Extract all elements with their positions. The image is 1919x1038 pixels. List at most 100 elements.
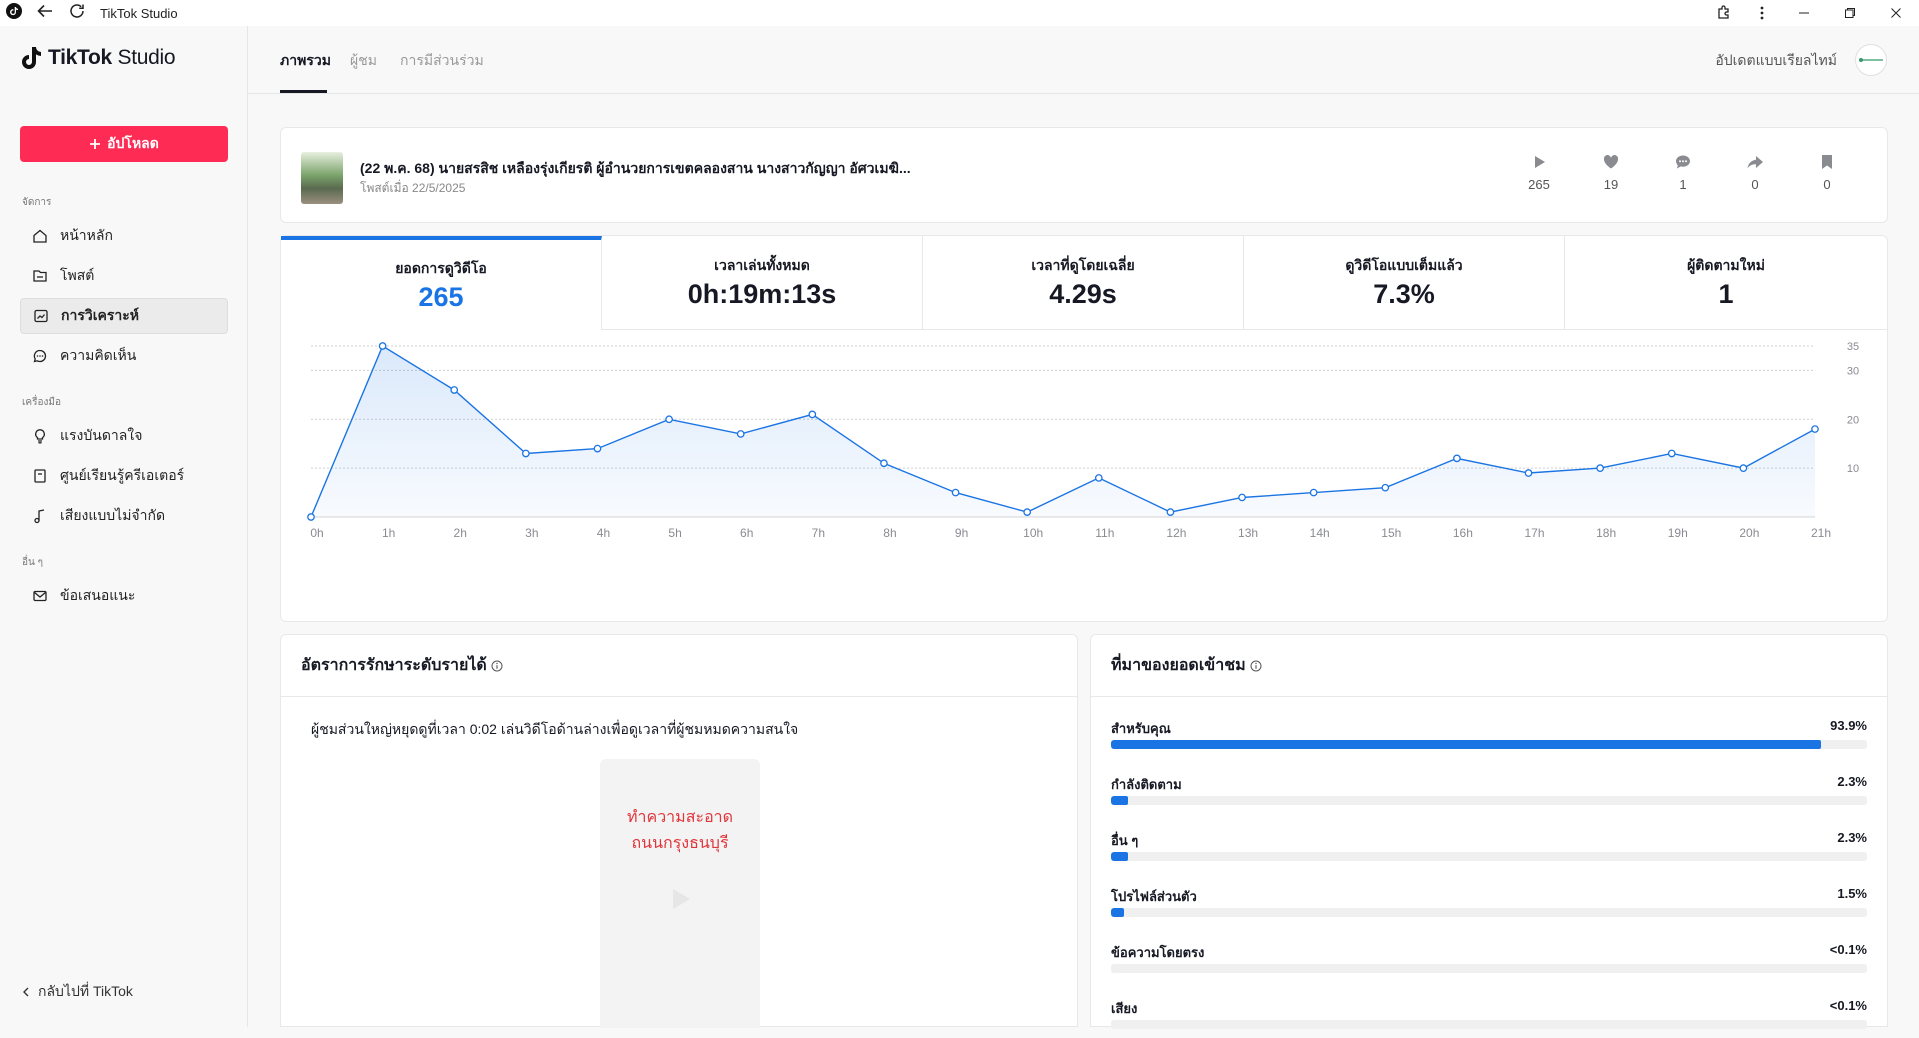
traffic-header: ที่มาของยอดเข้าชม [1091, 635, 1887, 697]
metric-value: 265 [418, 281, 464, 312]
metric-value: 7.3% [1373, 279, 1435, 309]
sidebar-item-home[interactable]: หน้าหลัก [20, 218, 228, 254]
sidebar-item-label: ข้อเสนอแนะ [60, 587, 136, 603]
retention-card: อัตราการรักษาระดับรายได้ ผู้ชมส่วนใหญ่หย… [280, 634, 1078, 1028]
more-options-icon[interactable] [1743, 0, 1781, 26]
chevron-left-icon [23, 987, 29, 997]
sidebar-item-inspiration[interactable]: แรงบันดาลใจ [20, 418, 228, 454]
book-icon [34, 469, 46, 483]
refresh-icon[interactable] [68, 2, 86, 25]
traffic-source-bar-track [1111, 796, 1867, 805]
traffic-source-label: ข้อความโดยตรง [1111, 945, 1205, 960]
plus-icon [90, 139, 101, 149]
traffic-source-card: ที่มาของยอดเข้าชม สำหรับคุณ 93.9% กำลังติด… [1090, 634, 1888, 1029]
metric-video-views[interactable]: ยอดการดูวิดีโอ 265 [281, 236, 602, 330]
section-label-tools: เครื่องมือ [22, 397, 61, 408]
play-icon[interactable] [670, 887, 692, 911]
traffic-source-row: โปรไฟล์ส่วนตัว 1.5% [1111, 886, 1867, 926]
chart-x-tick-label: 12h [1166, 526, 1186, 540]
avatar[interactable] [1855, 44, 1887, 76]
chart-x-tick-label: 1h [382, 526, 395, 540]
stat-comments: 1 [1647, 153, 1719, 192]
chart-point [593, 444, 602, 453]
traffic-source-label: กำลังติดตาม [1111, 777, 1182, 792]
chart-x-tick-label: 14h [1310, 526, 1330, 540]
video-overlay-text: ถนนกรุงธนบุรี [631, 835, 729, 852]
sidebar-item-comments[interactable]: ความคิดเห็น [20, 338, 228, 374]
metric-watched-full-video[interactable]: ดูวิดีโอแบบเต็มแล้ว 7.3% [1244, 236, 1565, 330]
chart-x-tick-label: 8h [883, 526, 896, 540]
realtime-update-label[interactable]: อัปเดตแบบเรียลไทม์ [1715, 50, 1837, 72]
chart-point [1309, 488, 1318, 497]
tiktok-logo-icon [22, 47, 41, 69]
traffic-source-row: สำหรับคุณ 93.9% [1111, 718, 1867, 758]
chart-point [1381, 483, 1390, 492]
retention-video-player[interactable]: ทำความสะอาด ถนนกรุงธนบุรี [600, 759, 760, 1028]
back-to-tiktok-label: กลับไปที่ TikTok [38, 983, 133, 999]
stat-saves: 0 [1791, 153, 1863, 192]
back-to-tiktok-link[interactable]: กลับไปที่ TikTok [22, 981, 133, 1003]
metric-average-watch-time[interactable]: เวลาที่ดูโดยเฉลี่ย 4.29s [923, 236, 1244, 330]
chart-x-tick-label: 13h [1238, 526, 1258, 540]
posts-icon [33, 270, 47, 282]
metric-label: ยอดการดูวิดีโอ [395, 259, 487, 276]
sidebar-item-creator-academy[interactable]: ศูนย์เรียนรู้ครีเอเตอร์ [20, 458, 228, 494]
stat-value: 0 [1823, 177, 1831, 192]
chart-x-tick-label: 16h [1453, 526, 1473, 540]
chart-point [1094, 474, 1103, 482]
tab-overview[interactable]: ภาพรวม [280, 50, 331, 72]
upload-button[interactable]: อัปโหลด [20, 126, 228, 162]
traffic-source-bar-track [1111, 852, 1867, 861]
share-icon [1747, 156, 1763, 169]
close-window-button[interactable] [1873, 0, 1919, 26]
chart-x-tick-label: 10h [1023, 526, 1043, 540]
chart-y-tick-label: 30 [1847, 365, 1859, 377]
chart-point [1596, 464, 1604, 472]
chart-x-tick-label: 3h [525, 526, 538, 540]
chart-x-tick-label: 6h [740, 526, 753, 540]
chart-point [1739, 464, 1748, 472]
stat-value: 1 [1679, 177, 1687, 192]
sidebar-item-posts[interactable]: โพสต์ [20, 258, 228, 294]
metric-new-followers[interactable]: ผู้ติดตามใหม่ 1 [1565, 236, 1887, 330]
heart-icon [1603, 155, 1619, 169]
window-titlebar: TikTok Studio [0, 0, 1919, 26]
info-icon[interactable] [1250, 660, 1262, 672]
tiktok-studio-logo[interactable]: TikTok Studio [20, 46, 176, 70]
extensions-icon[interactable] [1705, 0, 1743, 26]
home-icon [33, 229, 47, 243]
chart-point [1453, 454, 1461, 463]
post-summary-card[interactable]: (22 พ.ค. 68) นายสรสิช เหลืองรุ่งเกียรติ … [280, 127, 1888, 223]
sidebar-item-analytics[interactable]: การวิเคราะห์ [20, 298, 228, 334]
chart-point [1166, 508, 1175, 516]
traffic-source-bar-track [1111, 1020, 1867, 1029]
chart-area [311, 346, 1815, 517]
tab-engagement[interactable]: การมีส่วนร่วม [400, 50, 484, 72]
metric-label: ดูวิดีโอแบบเต็มแล้ว [1345, 257, 1463, 273]
traffic-source-row: กำลังติดตาม 2.3% [1111, 774, 1867, 814]
mail-icon [33, 590, 47, 602]
chart-point [1667, 449, 1676, 458]
music-note-icon [34, 509, 45, 524]
sidebar-item-feedback[interactable]: ข้อเสนอแนะ [20, 578, 228, 614]
chart-point [736, 430, 745, 438]
sidebar-item-label: โพสต์ [60, 267, 95, 283]
info-icon[interactable] [491, 660, 503, 672]
analytics-icon [34, 309, 48, 323]
logo-text-light: Studio [111, 46, 176, 69]
chart-y-tick-label: 35 [1847, 341, 1859, 353]
back-arrow-icon[interactable] [36, 2, 54, 25]
chart-y-tick-label: 20 [1847, 414, 1859, 426]
chart-y-tick-label: 10 [1847, 463, 1859, 475]
minimize-button[interactable] [1781, 0, 1827, 26]
metric-total-play-time[interactable]: เวลาเล่นทั้งหมด 0h:19m:13s [602, 236, 923, 330]
tiktok-app-icon [6, 2, 22, 24]
traffic-source-percent: 2.3% [1837, 830, 1867, 845]
stat-likes: 19 [1575, 153, 1647, 192]
sidebar-item-unlimited-sounds[interactable]: เสียงแบบไม่จำกัด [20, 498, 228, 534]
video-thumbnail[interactable] [301, 152, 343, 204]
tab-viewers[interactable]: ผู้ชม [350, 50, 377, 72]
restore-button[interactable] [1827, 0, 1873, 26]
stat-shares: 0 [1719, 153, 1791, 192]
chart-point [1524, 469, 1533, 477]
